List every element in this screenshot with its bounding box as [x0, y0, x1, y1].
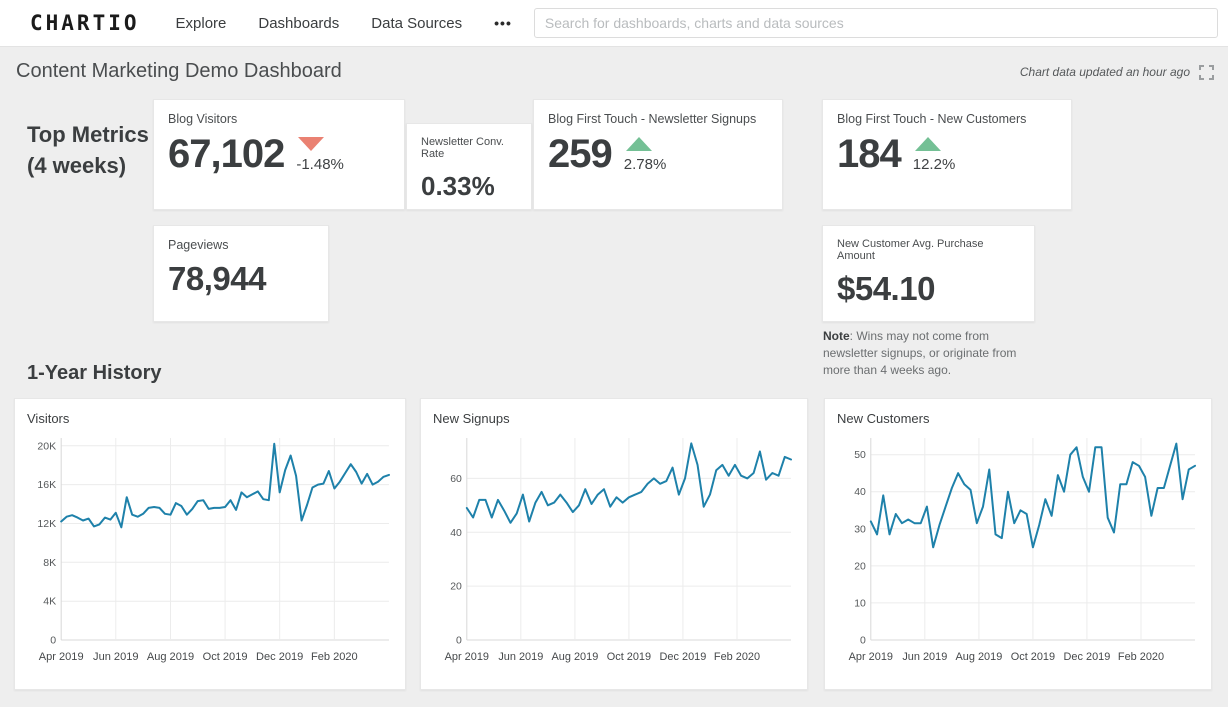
- svg-text:10: 10: [854, 598, 866, 609]
- chart-card-visitors: Visitors 0 4K 8K 12K 16K 20K Apr 2019 Jun 2019 A…: [14, 398, 406, 690]
- metric-label: Blog First Touch - Newsletter Signups: [548, 112, 768, 126]
- svg-text:Apr 2019: Apr 2019: [39, 651, 84, 663]
- fullscreen-icon[interactable]: [1199, 65, 1214, 80]
- metric-value: 67,102: [168, 132, 284, 176]
- chart-title: New Signups: [433, 411, 795, 426]
- metric-label: Newsletter Conv. Rate: [421, 136, 517, 160]
- metric-delta: -1.48%: [296, 137, 344, 176]
- svg-text:60: 60: [450, 474, 462, 485]
- top-nav: CHARTIO Explore Dashboards Data Sources …: [0, 0, 1228, 47]
- svg-text:Aug 2019: Aug 2019: [552, 651, 599, 663]
- chart-title: New Customers: [837, 411, 1199, 426]
- nav-item-dashboards[interactable]: Dashboards: [258, 15, 339, 32]
- chart-card-new-signups: New Signups 0 20 40 60 Apr 2019 Jun 2019 Aug 2…: [420, 398, 808, 690]
- svg-text:0: 0: [456, 635, 462, 646]
- metric-card-blog-visitors: Blog Visitors 67,102 -1.48%: [153, 99, 405, 210]
- metric-label: Blog Visitors: [168, 112, 390, 126]
- metric-card-newsletter-signups: Blog First Touch - Newsletter Signups 25…: [533, 99, 783, 210]
- more-menu-icon[interactable]: •••: [494, 15, 512, 31]
- new-customers-line-chart: 0 10 20 30 40 50 Apr 2019 Jun 2019 Aug 2019 Oct 2…: [837, 430, 1199, 670]
- new-signups-line-chart: 0 20 40 60 Apr 2019 Jun 2019 Aug 2019 Oct 2019 D…: [433, 430, 795, 670]
- page-title: Content Marketing Demo Dashboard: [16, 60, 342, 83]
- dashboard-note: Note: Wins may not come from newsletter …: [823, 328, 1029, 379]
- svg-text:Jun 2019: Jun 2019: [902, 651, 947, 663]
- metric-label: Blog First Touch - New Customers: [837, 112, 1057, 126]
- svg-text:16K: 16K: [37, 479, 56, 491]
- metric-value: 0.33%: [421, 172, 517, 201]
- visitors-line-chart: 0 4K 8K 12K 16K 20K Apr 2019 Jun 2019 Aug 2019 Oc…: [27, 430, 393, 670]
- svg-text:30: 30: [854, 524, 866, 535]
- section-top-metrics: Top Metrics (4 weeks): [27, 120, 149, 182]
- metric-card-pageviews: Pageviews 78,944: [153, 225, 329, 322]
- trend-up-icon: [626, 137, 652, 151]
- svg-text:Feb 2020: Feb 2020: [714, 651, 760, 663]
- search-input[interactable]: [534, 8, 1218, 38]
- metric-delta: 2.78%: [624, 137, 667, 176]
- svg-text:40: 40: [854, 487, 866, 498]
- svg-text:Jun 2019: Jun 2019: [498, 651, 543, 663]
- updated-status: Chart data updated an hour ago: [1020, 65, 1190, 79]
- svg-text:0: 0: [50, 635, 56, 647]
- metric-value: 259: [548, 132, 612, 176]
- metric-card-avg-purchase: New Customer Avg. Purchase Amount $54.10: [822, 225, 1035, 322]
- metric-delta: 12.2%: [913, 137, 956, 176]
- svg-text:Aug 2019: Aug 2019: [956, 651, 1003, 663]
- svg-text:20K: 20K: [37, 440, 56, 452]
- svg-text:Apr 2019: Apr 2019: [849, 651, 893, 663]
- svg-text:Apr 2019: Apr 2019: [445, 651, 489, 663]
- svg-text:Feb 2020: Feb 2020: [1118, 651, 1164, 663]
- metric-card-new-customers: Blog First Touch - New Customers 184 12.…: [822, 99, 1072, 210]
- svg-text:Oct 2019: Oct 2019: [203, 651, 248, 663]
- chart-title: Visitors: [27, 411, 393, 426]
- trend-down-icon: [298, 137, 324, 151]
- metric-value: 78,944: [168, 260, 314, 298]
- svg-text:4K: 4K: [43, 596, 56, 608]
- svg-text:0: 0: [860, 635, 866, 646]
- svg-text:Oct 2019: Oct 2019: [1011, 651, 1055, 663]
- svg-text:Feb 2020: Feb 2020: [311, 651, 358, 663]
- section-history: 1-Year History: [27, 362, 162, 385]
- svg-text:8K: 8K: [43, 557, 56, 569]
- svg-text:Dec 2019: Dec 2019: [660, 651, 707, 663]
- trend-up-icon: [915, 137, 941, 151]
- metric-label: Pageviews: [168, 238, 314, 252]
- metric-card-newsletter-conv-rate: Newsletter Conv. Rate 0.33%: [406, 123, 532, 210]
- svg-text:Oct 2019: Oct 2019: [607, 651, 651, 663]
- svg-text:12K: 12K: [37, 518, 56, 530]
- svg-text:20: 20: [854, 561, 866, 572]
- nav-item-data-sources[interactable]: Data Sources: [371, 15, 462, 32]
- svg-text:50: 50: [854, 450, 866, 461]
- svg-text:Dec 2019: Dec 2019: [256, 651, 303, 663]
- metric-value: 184: [837, 132, 901, 176]
- svg-text:Aug 2019: Aug 2019: [147, 651, 194, 663]
- svg-text:20: 20: [450, 582, 462, 593]
- svg-text:Jun 2019: Jun 2019: [93, 651, 138, 663]
- metric-label: New Customer Avg. Purchase Amount: [837, 238, 1020, 262]
- nav-item-explore[interactable]: Explore: [176, 15, 227, 32]
- chartio-logo[interactable]: CHARTIO: [30, 11, 140, 35]
- svg-text:40: 40: [450, 528, 462, 539]
- svg-text:Dec 2019: Dec 2019: [1064, 651, 1111, 663]
- chart-card-new-customers: New Customers 0 10 20 30 40 50 Apr 2019 Jun 201…: [824, 398, 1212, 690]
- metric-value: $54.10: [837, 270, 1020, 308]
